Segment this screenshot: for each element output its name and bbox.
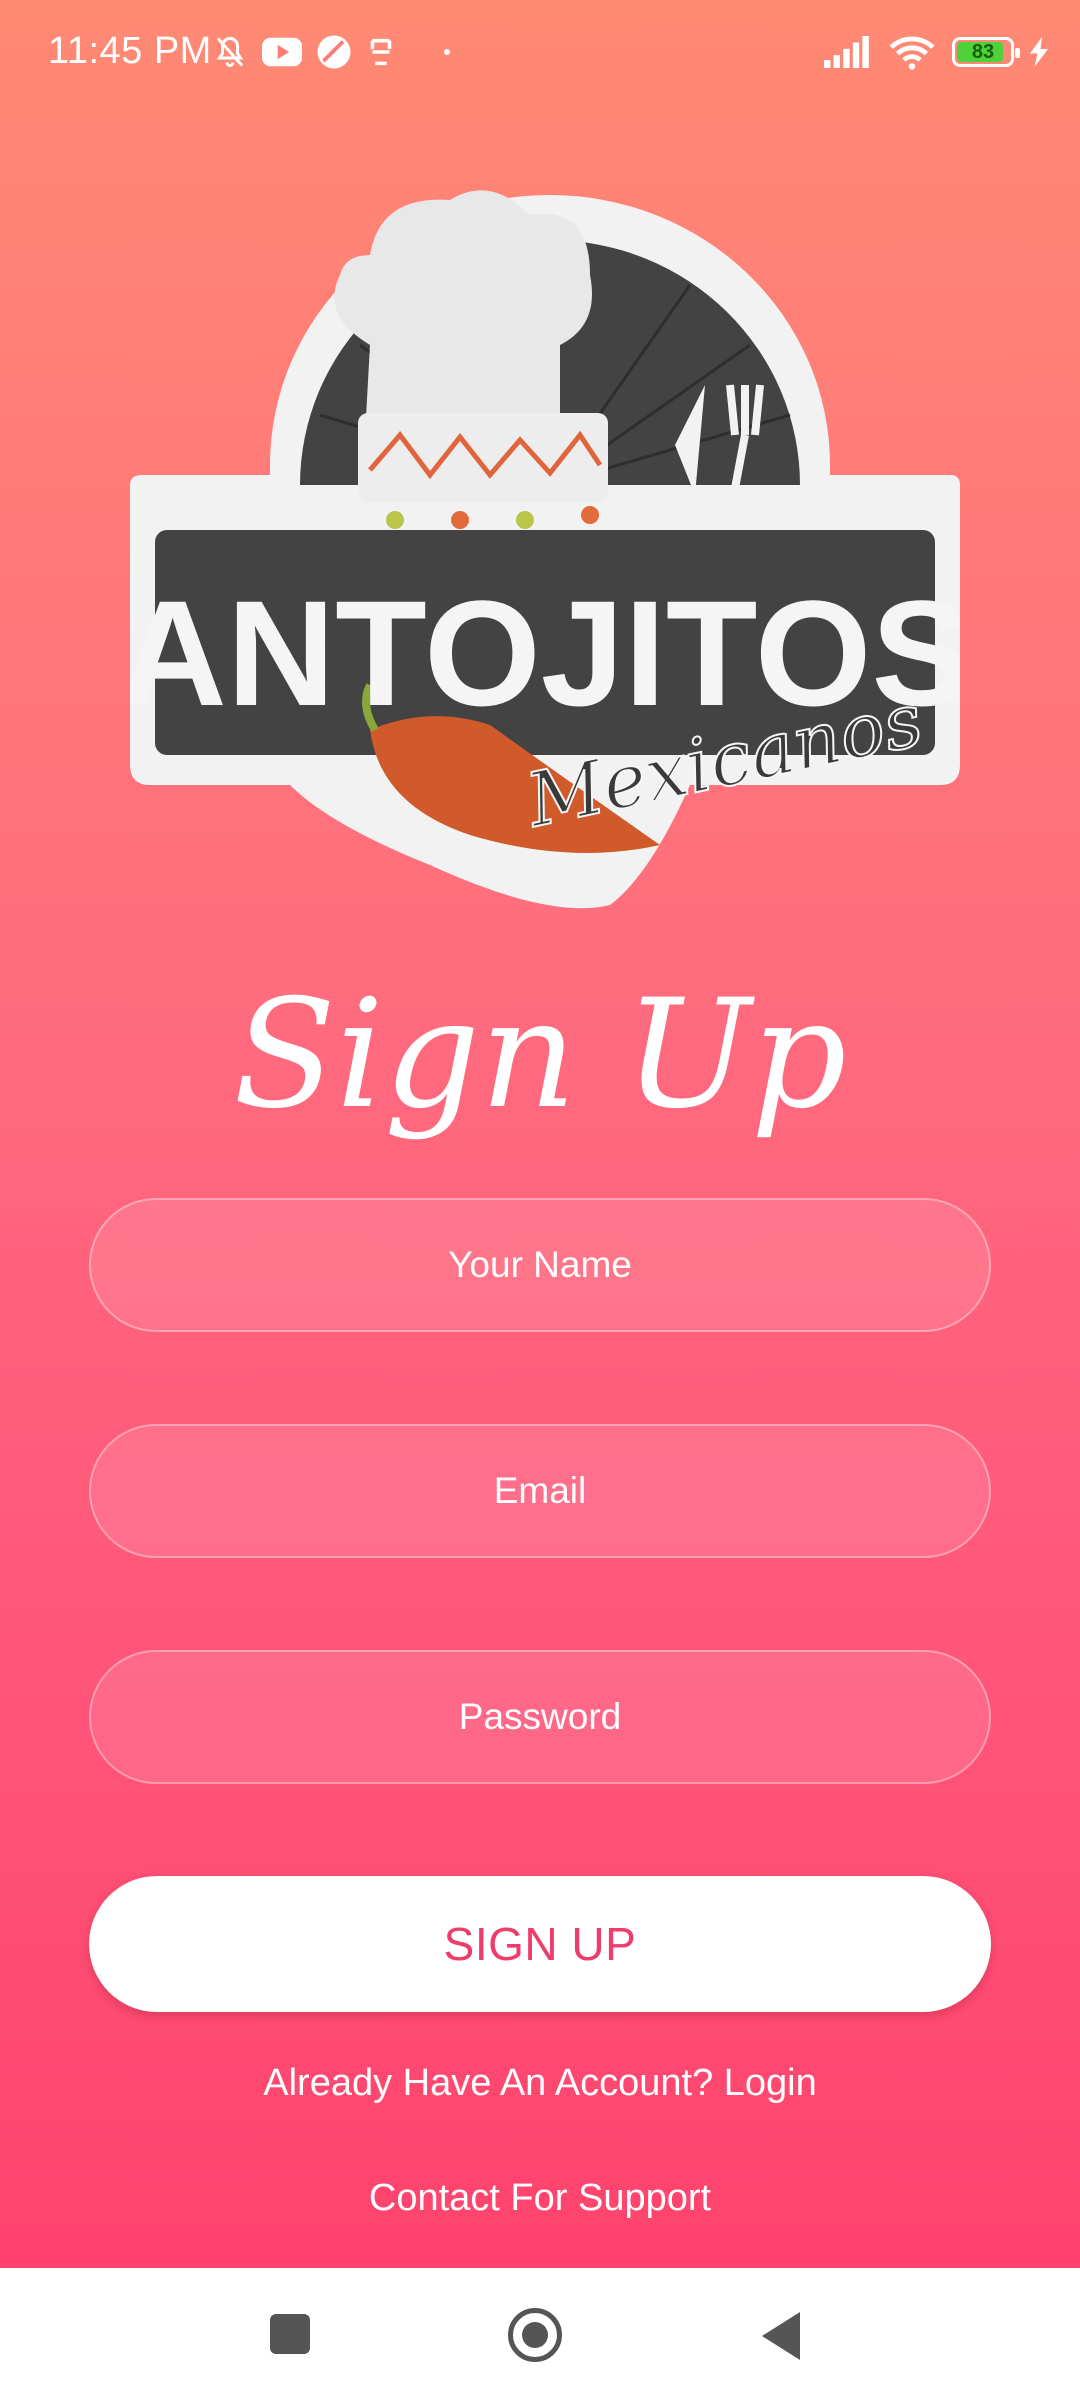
status-bar: 11:45 PM 83 (0, 0, 1080, 110)
system-icons: 83 (824, 34, 1048, 70)
mute-bell-icon (216, 36, 244, 67)
navigation-bar (0, 2268, 1080, 2400)
wifi-icon (889, 36, 935, 70)
home-circle-icon[interactable] (508, 2308, 562, 2362)
email-field[interactable] (89, 1424, 991, 1558)
recents-square-icon[interactable] (270, 2314, 310, 2354)
email-input[interactable] (91, 1425, 989, 1557)
battery-level: 83 (971, 40, 995, 63)
back-triangle-icon[interactable] (762, 2312, 800, 2360)
notification-icons (212, 34, 450, 70)
app-icon (317, 35, 351, 69)
status-time: 11:45 PM (48, 30, 212, 72)
login-link[interactable]: Already Have An Account? Login (0, 2062, 1080, 2105)
dot-icon (444, 49, 450, 55)
name-field[interactable] (89, 1198, 991, 1332)
battery-icon: 83 (952, 37, 1020, 67)
password-input[interactable] (91, 1651, 989, 1783)
name-input[interactable] (91, 1199, 989, 1331)
youtube-icon (262, 37, 302, 67)
signal-icon (824, 36, 869, 68)
app-icon-2 (370, 38, 392, 66)
contact-support-link[interactable]: Contact For Support (0, 2177, 1080, 2220)
page-title: Sign Up (233, 968, 847, 1142)
password-field[interactable] (89, 1650, 991, 1784)
antojitos-logo: ANTOJITOS Mexicanos (130, 190, 960, 909)
signup-screen: 11:45 PM 83 ANTOJITOS Mexicanos Sign Up … (0, 0, 1080, 2268)
sign-up-button[interactable]: SIGN UP (89, 1876, 991, 2012)
charging-icon (1030, 37, 1048, 67)
